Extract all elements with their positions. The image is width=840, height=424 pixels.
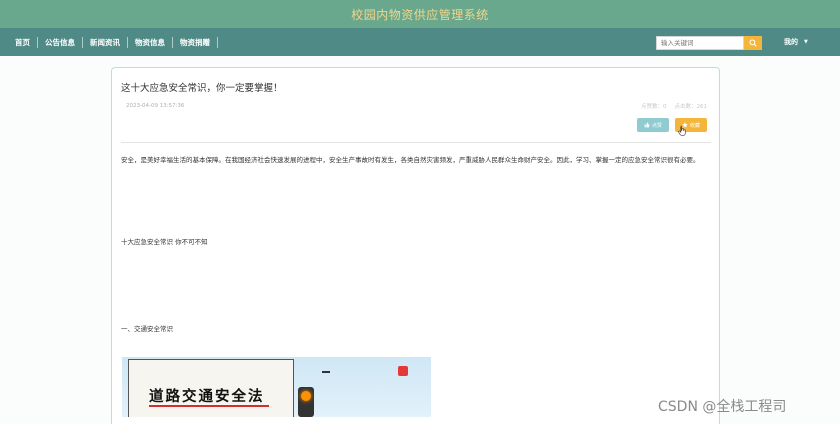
nav-bar: 首页 公告信息 新闻资讯 物资信息 物资捐赠 我的 ▼	[0, 28, 840, 56]
nav-item-supplies[interactable]: 物资信息	[128, 36, 173, 48]
search-input[interactable]	[656, 36, 744, 50]
collect-button-label: 收藏	[689, 122, 700, 129]
sign-underline	[149, 405, 269, 407]
article-image: 道路交通安全法	[122, 357, 431, 417]
title-bar: 校园内物资供应管理系统	[0, 0, 840, 28]
article-intro: 安全，是美好幸福生活的基本保障。在我国经济社会快速发展的进程中，安全生产事故时有…	[121, 156, 700, 164]
nav-item-announcements[interactable]: 公告信息	[38, 36, 83, 48]
nav-item-home[interactable]: 首页	[8, 36, 38, 48]
nav-menu: 首页 公告信息 新闻资讯 物资信息 物资捐赠	[8, 36, 218, 48]
article-section-heading: 十大应急安全常识 你不可不知	[121, 238, 208, 246]
watermark: CSDN @全栈工程司	[658, 399, 787, 415]
traffic-lamp	[301, 391, 311, 401]
page: 校园内物资供应管理系统 首页 公告信息 新闻资讯 物资信息 物资捐赠 我的 ▼ …	[0, 0, 840, 424]
search-button[interactable]	[744, 36, 762, 50]
sign-board: 道路交通安全法	[128, 359, 294, 417]
search-icon	[749, 39, 757, 47]
hand-pointer-icon	[678, 125, 686, 136]
image-sign-text: 道路交通安全法	[149, 389, 265, 405]
road-line	[322, 371, 330, 373]
clicks-count: 点击数：261	[674, 104, 708, 110]
search-box	[656, 36, 764, 50]
article-stats: 点赞数：0 点击数：261	[641, 102, 707, 110]
article-card: 这十大应急安全常识，你一定要掌握！ 2023-04-09 13:57:36 点赞…	[111, 67, 720, 424]
divider	[121, 142, 711, 143]
article-subsection-heading: 一、交通安全常识	[121, 325, 173, 333]
nav-item-donations[interactable]: 物资捐赠	[173, 36, 218, 48]
user-menu-label: 我的	[784, 38, 798, 46]
caret-down-icon: ▼	[804, 39, 808, 45]
article-title: 这十大应急安全常识，你一定要掌握！	[121, 83, 283, 94]
thumb-up-icon	[644, 122, 650, 128]
likes-count: 点赞数：0	[641, 104, 667, 110]
article-date: 2023-04-09 13:57:36	[126, 103, 185, 109]
image-badge-icon	[398, 366, 408, 376]
like-button-label: 点赞	[651, 122, 662, 129]
user-menu[interactable]: 我的 ▼	[784, 37, 808, 47]
traffic-light-icon	[298, 387, 314, 417]
app-title: 校园内物资供应管理系统	[351, 7, 489, 22]
like-button[interactable]: 点赞	[637, 118, 669, 132]
nav-item-news[interactable]: 新闻资讯	[83, 36, 128, 48]
